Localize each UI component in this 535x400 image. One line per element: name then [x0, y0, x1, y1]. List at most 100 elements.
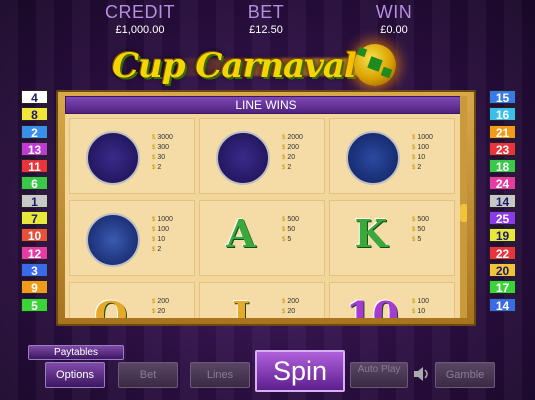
bet-display: BET £12.50	[226, 2, 306, 36]
payline-indicator[interactable]: 11	[21, 159, 48, 174]
coin-icon: $	[282, 237, 286, 243]
payline-indicator[interactable]: 5	[21, 297, 48, 313]
options-button[interactable]: Options	[45, 362, 105, 388]
payline-indicator[interactable]: 4	[21, 90, 48, 105]
paytable-scrollbar[interactable]	[460, 96, 467, 318]
payout-list: $500 $50 $5	[282, 215, 299, 245]
payline-indicator[interactable]: 18	[489, 159, 516, 174]
credit-label: CREDIT	[105, 2, 175, 22]
payline-indicator[interactable]: 10	[21, 228, 48, 243]
coin-icon: $	[282, 309, 286, 315]
coin-icon: $	[152, 145, 156, 151]
coin-icon: $	[412, 309, 416, 315]
payout-value: 300	[157, 144, 170, 151]
coin-icon: $	[282, 135, 286, 141]
coin-icon: $	[412, 165, 416, 171]
payline-indicator[interactable]: 1	[21, 193, 48, 209]
paytable-cell: $2000 $200 $20 $2	[199, 118, 325, 194]
lines-button[interactable]: Lines	[190, 362, 250, 388]
payline-indicator[interactable]: 19	[489, 228, 516, 243]
coin-icon: $	[412, 155, 416, 161]
payline-indicator[interactable]: 22	[489, 245, 516, 261]
paytable-panel: LINE WINS $3000 $300 $30 $2 $2000 $200 $20 $2 $1…	[56, 90, 476, 326]
payline-indicator[interactable]: 2	[21, 124, 48, 140]
payout-value: 200	[287, 144, 300, 151]
payline-indicator[interactable]: 25	[489, 211, 516, 226]
payline-indicator[interactable]: 14	[489, 297, 516, 313]
paytables-button[interactable]: Paytables	[28, 345, 124, 360]
coin-icon: $	[152, 237, 156, 243]
payline-indicator[interactable]: 21	[489, 124, 516, 140]
coin-icon: $	[152, 309, 156, 315]
coin-icon: $	[412, 227, 416, 233]
payout-value: 20	[287, 308, 296, 315]
coin-icon: $	[152, 217, 156, 223]
gamble-button[interactable]: Gamble	[435, 362, 495, 388]
payout-value: 500	[287, 216, 300, 223]
coin-icon: $	[152, 299, 156, 305]
payline-indicator[interactable]: 7	[21, 211, 48, 226]
speaker-icon[interactable]	[412, 366, 432, 382]
payout-value: 50	[417, 226, 426, 233]
paylines-right: 15 16 21 23 18 24 14 25 19 22 20 17 14	[489, 90, 516, 315]
game-logo: Cup Carnaval	[112, 44, 402, 90]
payout-value: 200	[157, 298, 170, 305]
vuvuzela-horn-icon	[216, 131, 270, 185]
payline-indicator[interactable]: 23	[489, 141, 516, 157]
paytable-cell: K $500 $50 $5	[329, 200, 455, 276]
payout-list: $200 $20	[282, 297, 299, 317]
autoplay-button[interactable]: Auto Play	[350, 362, 408, 388]
payout-value: 500	[417, 216, 430, 223]
coin-icon: $	[412, 135, 416, 141]
coin-icon: $	[152, 155, 156, 161]
coin-icon: $	[152, 135, 156, 141]
payline-indicator[interactable]: 3	[21, 262, 48, 278]
coin-icon: $	[412, 237, 416, 243]
payline-indicator[interactable]: 6	[21, 176, 48, 191]
payline-indicator[interactable]: 9	[21, 280, 48, 295]
payline-indicator[interactable]: 14	[489, 193, 516, 209]
payout-value: 2	[157, 164, 162, 171]
payout-value: 2	[287, 164, 292, 171]
paytable-cell: $1000 $100 $10 $2	[329, 118, 455, 194]
letter-a-icon: A	[226, 211, 256, 256]
bet-button[interactable]: Bet	[118, 362, 178, 388]
payout-list: $200 $20	[152, 297, 169, 317]
payout-value: 20	[287, 154, 296, 161]
coin-icon: $	[282, 155, 286, 161]
letter-j-icon: J	[232, 293, 250, 318]
payline-indicator[interactable]: 20	[489, 262, 516, 278]
payout-value: 5	[417, 236, 422, 243]
logo-text: Cup Carnaval	[112, 46, 357, 86]
paytable-cell: Q $200 $20	[69, 282, 195, 318]
letter-k-icon: K	[354, 211, 388, 256]
paytable-title: LINE WINS	[65, 96, 467, 114]
payout-list: $1000 $100 $10 $2	[412, 133, 433, 173]
scroll-thumb[interactable]	[460, 204, 467, 222]
payout-value: 2	[157, 246, 162, 253]
payline-indicator[interactable]: 17	[489, 280, 516, 295]
paylines-left: 4 8 2 13 11 6 1 7 10 12 3 9 5	[21, 90, 48, 315]
payout-value: 10	[417, 308, 426, 315]
payout-value: 1000	[157, 216, 173, 223]
payout-list: $2000 $200 $20 $2	[282, 133, 303, 173]
coin-icon: $	[412, 299, 416, 305]
coin-icon: $	[412, 217, 416, 223]
paytable-cell: $1000 $100 $10 $2	[69, 200, 195, 276]
payline-indicator[interactable]: 13	[21, 141, 48, 157]
spin-button[interactable]: Spin	[255, 350, 345, 392]
payline-indicator[interactable]: 15	[489, 90, 516, 105]
payline-indicator[interactable]: 8	[21, 107, 48, 122]
payout-value: 5	[287, 236, 292, 243]
bet-label: BET	[247, 2, 285, 22]
paytable-cell: 10 $100 $10	[329, 282, 455, 318]
payout-value: 100	[157, 226, 170, 233]
win-display: WIN £0.00	[354, 2, 434, 36]
coin-icon: $	[282, 227, 286, 233]
coin-icon: $	[152, 247, 156, 253]
payout-value: 50	[287, 226, 296, 233]
payline-indicator[interactable]: 12	[21, 245, 48, 261]
payline-indicator[interactable]: 16	[489, 107, 516, 122]
payline-indicator[interactable]: 24	[489, 176, 516, 191]
payout-value: 10	[157, 236, 166, 243]
